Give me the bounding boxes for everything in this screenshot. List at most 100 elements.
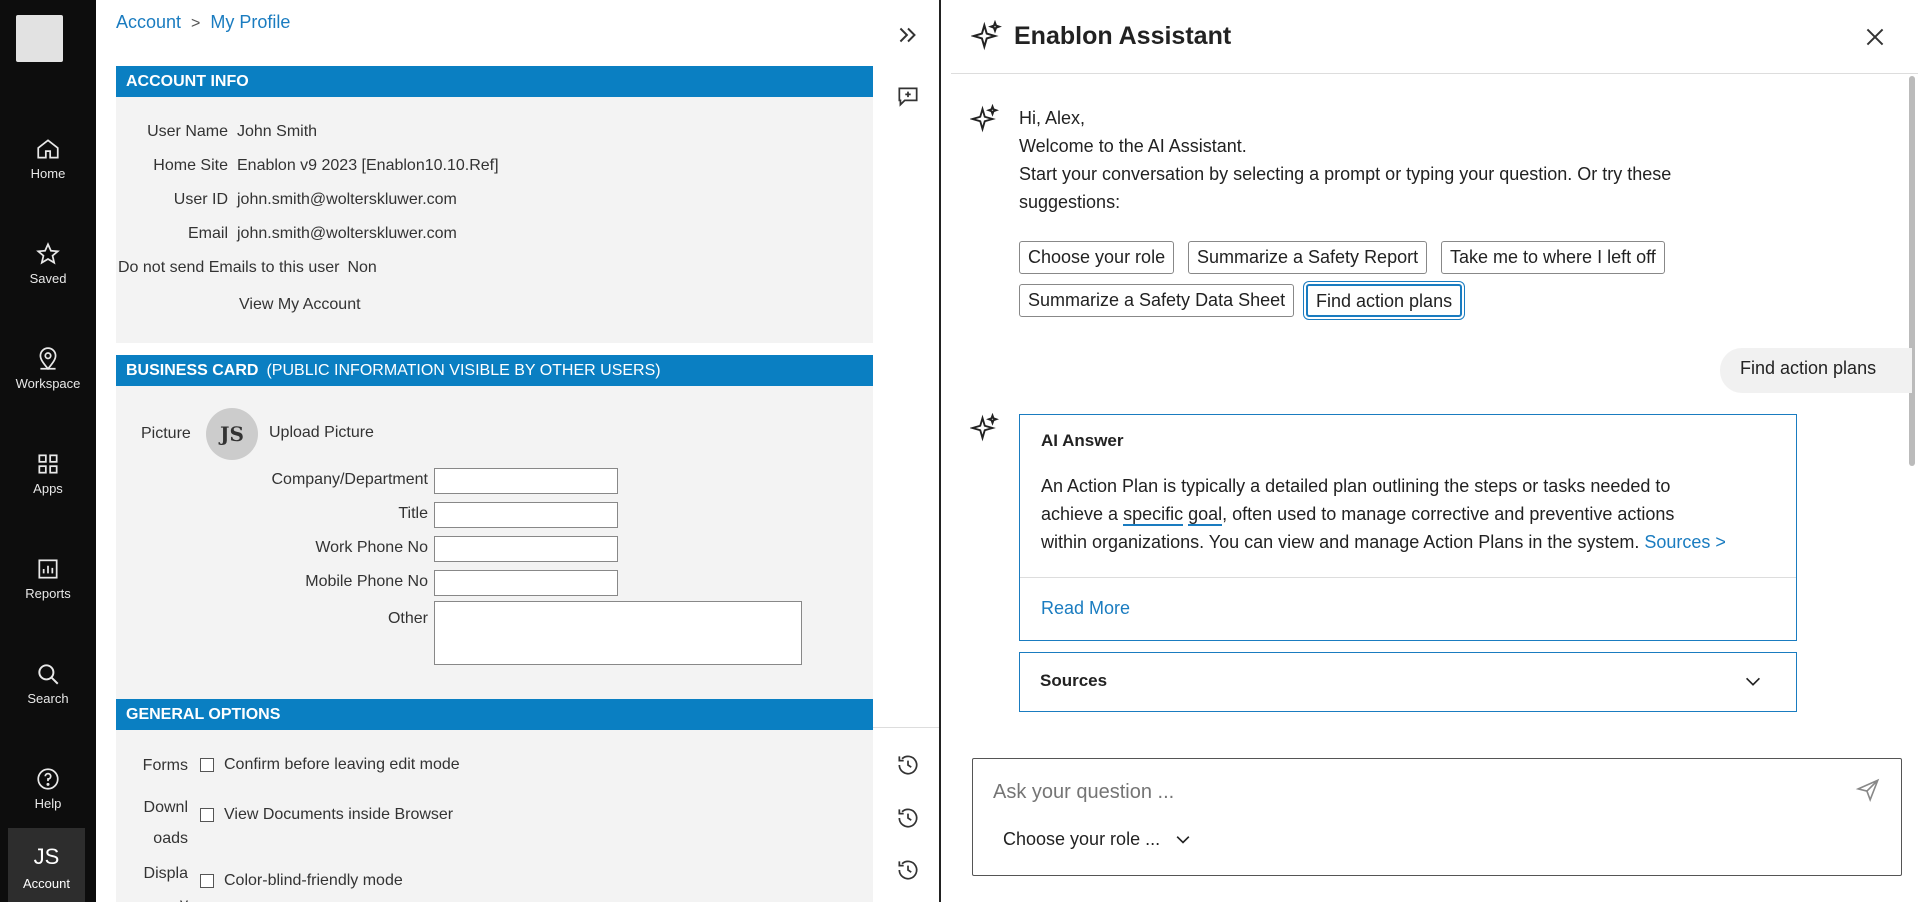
spellcheck-underline: specific xyxy=(1123,504,1184,526)
nav-item-account[interactable]: JS Account xyxy=(8,828,85,902)
history-icon[interactable] xyxy=(895,752,921,778)
answer-line: An Action Plan is typically a detailed p… xyxy=(1041,476,1671,496)
field-label: Home Site xyxy=(153,157,228,174)
send-icon[interactable] xyxy=(1855,777,1881,803)
chip-take-me-where-left-off[interactable]: Take me to where I left off xyxy=(1441,241,1665,274)
chevron-down-icon xyxy=(1176,836,1190,844)
downloads-option: View Documents inside Browser xyxy=(200,806,453,824)
work-phone-field[interactable] xyxy=(434,536,618,562)
work-phone-label: Work Phone No xyxy=(315,539,428,556)
welcome-text: Welcome to the AI Assistant. xyxy=(1019,136,1247,156)
assistant-toolbar xyxy=(873,0,941,902)
answer-line: within organizations. You can view and m… xyxy=(1041,528,1781,556)
chat-scrollbar[interactable] xyxy=(1909,76,1915,466)
field-label: Do not send Emails to this user xyxy=(118,259,340,276)
breadcrumb-account-link[interactable]: Account xyxy=(116,12,181,32)
close-icon[interactable] xyxy=(1862,24,1888,50)
welcome-message: Hi, Alex, Welcome to the AI Assistant. S… xyxy=(1019,104,1779,216)
breadcrumb-separator: > xyxy=(191,15,201,32)
home-site-row: Home Site Enablon v9 2023 [Enablon10.10.R… xyxy=(116,157,498,175)
sources-accordion[interactable]: Sources xyxy=(1019,652,1797,712)
email-value: john.smith@wolterskluwer.com xyxy=(237,225,457,242)
chip-summarize-safety-report[interactable]: Summarize a Safety Report xyxy=(1188,241,1428,274)
chip-find-action-plans[interactable]: Find action plans xyxy=(1306,284,1463,317)
sources-title: Sources xyxy=(1040,671,1108,690)
nav-item-home[interactable]: Home xyxy=(0,136,96,214)
sources-link[interactable]: Sources > xyxy=(1644,532,1726,552)
nav-label: Saved xyxy=(29,271,67,286)
field-label: User Name xyxy=(147,123,228,140)
breadcrumb: Account > My Profile xyxy=(116,12,290,33)
confirm-edit-checkbox[interactable] xyxy=(200,757,214,772)
title-field[interactable] xyxy=(434,502,618,528)
user-id-value: john.smith@wolterskluwer.com xyxy=(237,191,457,208)
question-input[interactable] xyxy=(993,777,1813,807)
double-chevron-right-icon[interactable] xyxy=(895,22,921,48)
assistant-header: Enablon Assistant xyxy=(951,0,1918,74)
nav-label: Home xyxy=(30,166,66,181)
avatar: JS xyxy=(206,408,258,460)
spellcheck-underline: goal xyxy=(1188,504,1223,526)
location-pin-icon xyxy=(39,347,57,371)
nav-label: Account xyxy=(23,876,70,891)
general-options-section: Forms Confirm before leaving edit mode D… xyxy=(116,730,873,902)
user-name-value: John Smith xyxy=(237,123,318,140)
chip-choose-role[interactable]: Choose your role xyxy=(1019,241,1175,274)
history-icon[interactable] xyxy=(895,857,921,883)
history-icon[interactable] xyxy=(895,805,921,831)
profile-page: Account > My Profile ACCOUNT INFO User Nam… xyxy=(96,0,873,902)
search-icon xyxy=(38,664,59,685)
nav-item-workspace[interactable]: Workspace xyxy=(0,346,96,424)
forms-option: Confirm before leaving edit mode xyxy=(200,756,460,774)
label-line: Downl xyxy=(143,799,188,816)
new-chat-icon[interactable] xyxy=(895,83,921,109)
divider xyxy=(1020,577,1796,578)
reports-chart-icon xyxy=(38,559,58,579)
label-line: oads xyxy=(153,830,188,847)
nav-label: Reports xyxy=(25,586,71,601)
section-title: ACCOUNT INFO xyxy=(126,73,249,90)
nav-label: Help xyxy=(34,796,62,811)
business-card-section: Picture JS Upload Picture Company/Depart… xyxy=(116,386,873,700)
sparkle-icon xyxy=(971,20,1002,51)
question-input-box: Choose your role ... xyxy=(972,758,1902,876)
nav-label: Search xyxy=(27,691,69,706)
help-icon xyxy=(37,768,59,790)
option-label: Confirm before leaving edit mode xyxy=(224,756,460,773)
intro-text: Start your conversation by selecting a p… xyxy=(1019,164,1672,184)
color-blind-checkbox[interactable] xyxy=(200,873,214,888)
chip-summarize-safety-data-sheet[interactable]: Summarize a Safety Data Sheet xyxy=(1019,284,1295,317)
view-docs-checkbox[interactable] xyxy=(200,807,214,822)
downloads-label: Downl oads xyxy=(116,792,188,854)
nav-item-reports[interactable]: Reports xyxy=(0,556,96,634)
view-my-account-link[interactable]: View My Account xyxy=(239,296,361,314)
mobile-phone-field[interactable] xyxy=(434,570,618,596)
breadcrumb-current[interactable]: My Profile xyxy=(210,12,290,32)
intro-text: suggestions: xyxy=(1019,192,1121,212)
assistant-title: Enablon Assistant xyxy=(1014,22,1232,50)
upload-picture-link[interactable]: Upload Picture xyxy=(269,424,374,442)
no-email-row: Do not send Emails to this user Non xyxy=(118,259,377,277)
nav-item-saved[interactable]: Saved xyxy=(0,241,96,319)
divider xyxy=(873,727,939,728)
role-select[interactable]: Choose your role ... xyxy=(1003,829,1193,850)
app-logo xyxy=(16,15,63,62)
company-field[interactable] xyxy=(434,468,618,494)
read-more-link[interactable]: Read More xyxy=(1041,598,1130,619)
nav-item-search[interactable]: Search xyxy=(0,661,96,739)
ai-answer-card: AI Answer An Action Plan is typically a … xyxy=(1019,414,1797,641)
answer-line: achieve a specific goal, often used to m… xyxy=(1041,500,1781,528)
other-field[interactable] xyxy=(434,601,802,665)
nav-label: Apps xyxy=(33,481,63,496)
nav-item-apps[interactable]: Apps xyxy=(0,451,96,529)
answer-body: An Action Plan is typically a detailed p… xyxy=(1041,472,1781,556)
option-label: Color-blind-friendly mode xyxy=(224,872,403,889)
assistant-panel: Enablon Assistant Hi, Alex, Welcome to t… xyxy=(951,0,1918,902)
account-initials: JS xyxy=(33,844,60,869)
home-icon xyxy=(37,139,59,159)
user-id-row: User ID john.smith@wolterskluwer.com xyxy=(116,191,457,209)
other-label: Other xyxy=(387,610,428,627)
user-message-bubble: Find action plans xyxy=(1720,348,1912,393)
answer-text: , often used to manage corrective and pr… xyxy=(1222,504,1675,524)
mobile-phone-label: Mobile Phone No xyxy=(305,573,428,590)
